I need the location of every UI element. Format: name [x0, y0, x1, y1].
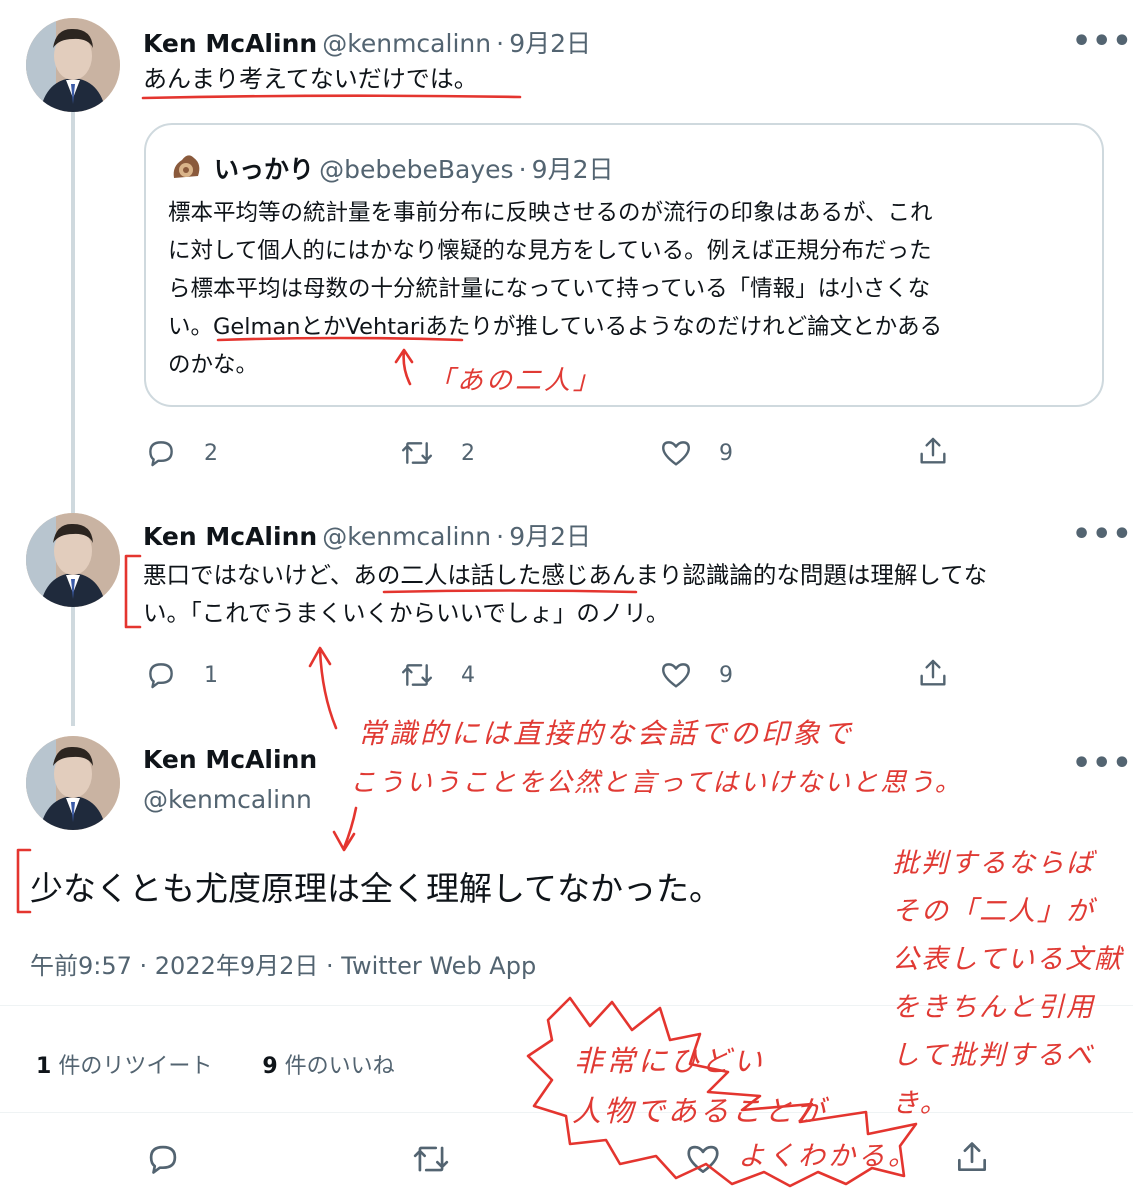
- tweet-date[interactable]: 9月2日: [509, 522, 591, 551]
- retweet-button[interactable]: 2: [399, 436, 475, 470]
- tweet-date[interactable]: 9月2日: [509, 29, 591, 58]
- tweet-text: 悪口ではないけど、あの二人は話した感じあんまり認識論的な問題は理解してな い。「…: [143, 556, 987, 632]
- annotation-line: をきちんと引用: [892, 992, 1095, 1023]
- retweet-icon: [401, 442, 433, 464]
- annotation-note-block: 批判するならば その「二人」が 公表している文献 をきちんと引用 して批判するべ…: [892, 840, 1133, 1128]
- annotation-note: 常識的には直接的な会話での印象で: [358, 717, 855, 750]
- like-count: 9: [719, 440, 733, 466]
- share-icon: [920, 437, 946, 464]
- reply-count: 2: [204, 440, 218, 466]
- like-count: 9: [719, 662, 733, 688]
- tweet-header: Ken McAlinn @kenmcalinn · 9月2日: [143, 24, 591, 60]
- separator-dot: ·: [518, 155, 527, 184]
- share-button[interactable]: [953, 1138, 991, 1176]
- like-icon: [662, 441, 690, 466]
- like-icon: [687, 1145, 719, 1174]
- annotation-line: 公表している文献: [892, 944, 1124, 975]
- quote-header: いっかり @bebebeBayes · 9月2日: [214, 150, 613, 186]
- quote-line: ら標本平均は母数の十分統計量になっていて持っている「情報」は小さくな: [168, 276, 931, 302]
- annotation-arrow: [332, 806, 358, 852]
- quote-date[interactable]: 9月2日: [532, 155, 614, 184]
- like-button[interactable]: 9: [659, 658, 733, 692]
- annotation-bracket: [16, 848, 32, 914]
- author-name[interactable]: Ken McAlinn: [143, 522, 317, 551]
- retweet-button[interactable]: [410, 1140, 452, 1178]
- retweet-count: 4: [461, 662, 475, 688]
- reply-button[interactable]: [144, 1140, 182, 1178]
- like-button[interactable]: [684, 1140, 722, 1178]
- reply-icon: [149, 441, 173, 467]
- reply-button[interactable]: 2: [144, 436, 218, 470]
- avatar[interactable]: [26, 18, 120, 112]
- tweet-text: 少なくとも尤度原理は全く理解してなかった。: [30, 869, 723, 908]
- more-icon[interactable]: •••: [1072, 517, 1133, 552]
- reply-count: 1: [204, 662, 218, 688]
- annotation-line: して批判するべき。: [892, 1040, 1095, 1119]
- share-button[interactable]: [916, 434, 950, 468]
- tweet-line: 悪口ではないけど、あの二人は話した感じあんまり認識論的な問題は理解してな: [143, 561, 988, 589]
- annotation-note: 人物であることが: [572, 1094, 828, 1128]
- annotation-bracket: [124, 554, 142, 629]
- retweet-count: 2: [461, 440, 475, 466]
- annotation-note: こういうことを公然と言ってはいけないと思う。: [350, 768, 963, 798]
- like-icon: [662, 663, 690, 688]
- share-icon: [957, 1142, 987, 1172]
- quote-avatar: [168, 148, 204, 184]
- retweet-icon: [401, 664, 433, 686]
- share-icon: [920, 659, 946, 686]
- separator-dot: ·: [496, 29, 505, 58]
- like-stat[interactable]: 9 件のいいね: [262, 1054, 394, 1079]
- reply-button[interactable]: 1: [144, 658, 218, 692]
- retweet-icon: [413, 1146, 449, 1172]
- retweet-stat-count: 1: [36, 1054, 52, 1079]
- annotation-note: 「あの二人」: [428, 366, 603, 396]
- quote-author-name[interactable]: いっかり: [214, 155, 314, 184]
- quote-line: 標本平均等の統計量を事前分布に反映させるのが流行の印象はあるが、これ: [168, 200, 933, 226]
- annotation-line: その「二人」が: [892, 896, 1095, 927]
- quote-text: 標本平均等の統計量を事前分布に反映させるのが流行の印象はあるが、これ に対して個…: [168, 194, 942, 384]
- like-button[interactable]: 9: [659, 436, 733, 470]
- quote-author-handle[interactable]: @bebebeBayes: [319, 155, 513, 184]
- avatar[interactable]: [26, 736, 120, 830]
- annotation-arrow: [308, 646, 338, 730]
- author-handle[interactable]: @kenmcalinn: [322, 522, 491, 551]
- reply-icon: [149, 1145, 177, 1174]
- tweet-header: Ken McAlinn @kenmcalinn · 9月2日: [143, 517, 591, 553]
- annotation-note: 非常にひどい: [574, 1044, 766, 1078]
- like-stat-count: 9: [262, 1054, 278, 1079]
- thread-line: [71, 108, 75, 726]
- avatar[interactable]: [26, 513, 120, 607]
- separator-dot: ·: [496, 522, 505, 551]
- engagement-stats: 1 件のリツイート 9 件のいいね: [36, 1048, 395, 1080]
- tweet-metadata: 午前9:57 · 2022年9月2日 · Twitter Web App: [30, 952, 537, 980]
- quote-line: い。GelmanとかVehtariあたりが推しているようなのだけれど論文とかある: [168, 314, 943, 340]
- quote-line: に対して個人的にはかなり懐疑的な見方をしている。例えば正規分布だった: [168, 238, 932, 264]
- more-icon[interactable]: •••: [1072, 746, 1133, 781]
- retweet-button[interactable]: 4: [399, 658, 475, 692]
- like-stat-label: 件のいいね: [284, 1054, 395, 1079]
- author-handle[interactable]: @kenmcalinn: [322, 29, 491, 58]
- author-name[interactable]: Ken McAlinn: [143, 745, 317, 774]
- annotation-note: よくわかる。: [738, 1141, 918, 1172]
- annotation-line: 批判するならば: [892, 848, 1095, 879]
- author-name[interactable]: Ken McAlinn: [143, 29, 317, 58]
- more-icon[interactable]: •••: [1072, 24, 1133, 59]
- share-button[interactable]: [916, 656, 950, 690]
- tweet-line: い。「これでうまくいくからいいでしょ」のノリ。: [143, 599, 670, 627]
- author-handle[interactable]: @kenmcalinn: [143, 785, 312, 814]
- retweet-stat[interactable]: 1 件のリツイート: [36, 1054, 219, 1079]
- tweet-text: あんまり考えてないだけでは。: [143, 65, 478, 93]
- retweet-stat-label: 件のリツイート: [58, 1054, 213, 1079]
- reply-icon: [149, 663, 173, 689]
